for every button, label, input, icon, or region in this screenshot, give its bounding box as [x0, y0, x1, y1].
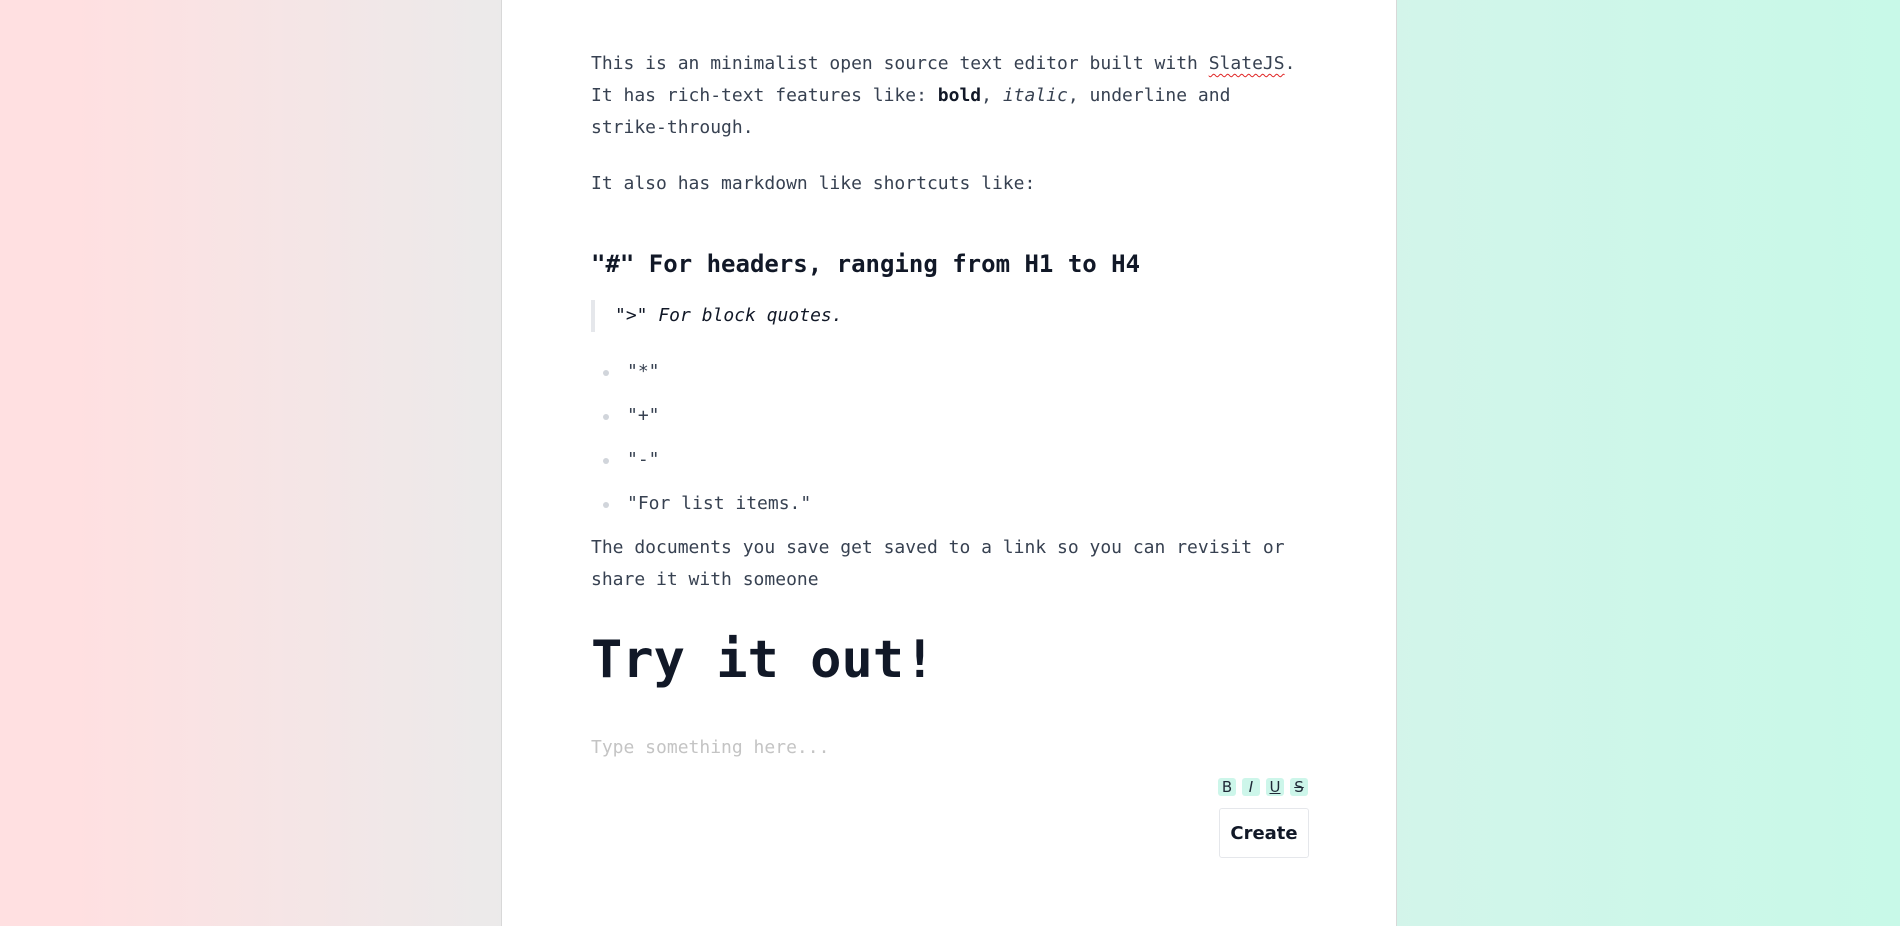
intro-paragraph: This is an minimalist open source text e…: [591, 48, 1311, 144]
intro-text-3: It has rich-text features like:: [591, 85, 938, 106]
list-item: "+": [591, 400, 1311, 444]
list-item-text: "*": [627, 361, 660, 382]
slatejs-word: SlateJS: [1208, 53, 1285, 74]
intro-text-2: .: [1284, 53, 1296, 74]
intro-text-1: This is an minimalist open source text e…: [591, 53, 1209, 74]
comma-text: ,: [981, 85, 1003, 106]
markdown-intro: It also has markdown like shortcuts like…: [591, 173, 1036, 194]
list-item-text: "For list items.": [627, 493, 812, 514]
bullet-icon: [603, 414, 609, 420]
list-item: "For list items.": [591, 488, 1311, 532]
list-item: "-": [591, 444, 1311, 488]
italic-example: italic: [1002, 85, 1068, 106]
save-note: The documents you save get saved to a li…: [591, 537, 1285, 590]
bullet-icon: [603, 458, 609, 464]
heading-example: "#" For headers, ranging from H1 to H4: [591, 250, 1141, 278]
editor-content[interactable]: This is an minimalist open source text e…: [591, 48, 1311, 764]
bullet-icon: [603, 502, 609, 508]
blockquote-example: ">" For block quotes.: [591, 300, 1311, 332]
list-item-text: "-": [627, 449, 660, 470]
format-toolbar: B I U S: [1218, 778, 1308, 796]
underline-button[interactable]: U: [1266, 778, 1284, 796]
create-button[interactable]: Create: [1219, 808, 1309, 858]
bold-example: bold: [937, 85, 982, 106]
strikethrough-button[interactable]: S: [1290, 778, 1308, 796]
bullet-icon: [603, 370, 609, 376]
markdown-list: "*" "+" "-" "For list items.": [591, 356, 1311, 532]
italic-button[interactable]: I: [1242, 778, 1260, 796]
list-item-text: "+": [627, 405, 660, 426]
try-heading: Try it out!: [591, 630, 936, 690]
list-item: "*": [591, 356, 1311, 400]
bold-button[interactable]: B: [1218, 778, 1236, 796]
editor-input-placeholder[interactable]: Type something here...: [591, 732, 1311, 764]
